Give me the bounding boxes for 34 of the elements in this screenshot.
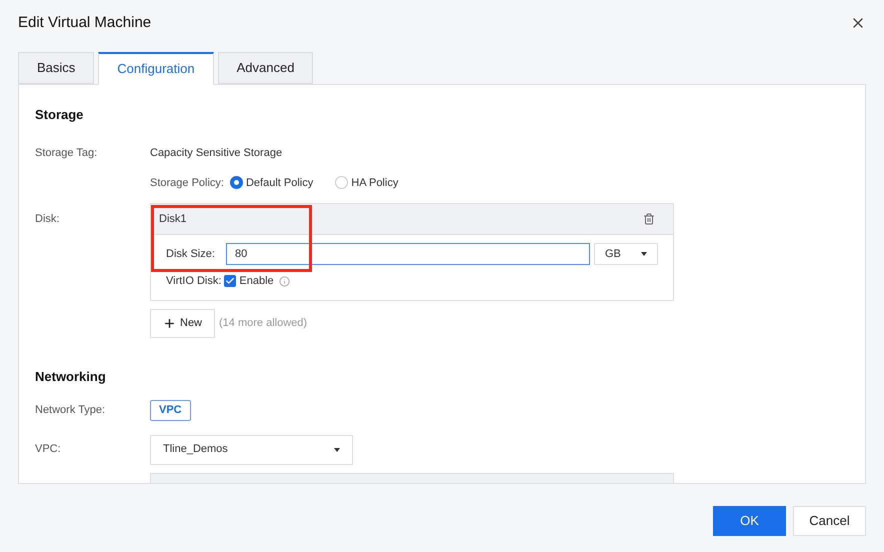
cancel-button[interactable]: Cancel [793,506,866,536]
field-label: Disk Size: [166,246,216,262]
vpc-select[interactable]: Tline_Demos [150,434,353,464]
field-label: VirtIO Disk: [166,274,222,289]
section-heading: Networking [35,368,106,386]
radio-button[interactable] [335,176,348,190]
field-label: Storage Policy: [150,176,224,190]
disk-title: Disk1 [159,212,187,227]
ok-button[interactable]: OK [713,506,786,536]
new-button[interactable]: New [150,309,216,338]
unit-select[interactable]: GB [594,243,658,265]
disk-size-input[interactable]: 80 [226,243,590,265]
field-label: VPC: [35,442,62,458]
field-label: Network Type: [35,402,106,418]
network-type-tag[interactable]: VPC [150,400,191,420]
field-value: Capacity Sensitive Storage [150,146,282,160]
window-title: Edit Virtual Machine [18,12,152,33]
field-label: Disk: [35,212,60,227]
caret-icon [641,252,647,256]
tab[interactable]: Configuration [98,52,214,85]
checkbox-label: Enable [239,274,274,289]
field-label: Storage Tag: [35,146,98,160]
tab[interactable]: Basics [18,52,94,84]
radio-label: Default Policy [246,176,314,190]
tab[interactable]: Advanced [218,52,314,84]
plus-icon [163,317,176,330]
section-heading: Storage [35,106,84,124]
delete-icon[interactable] [643,213,655,225]
allowance-note: (14 more allowed) [219,316,308,332]
radio-label: HA Policy [351,176,398,190]
info-icon [278,276,290,287]
checkbox[interactable] [224,275,236,288]
caret-icon [334,448,340,452]
radio-button[interactable] [230,176,243,190]
